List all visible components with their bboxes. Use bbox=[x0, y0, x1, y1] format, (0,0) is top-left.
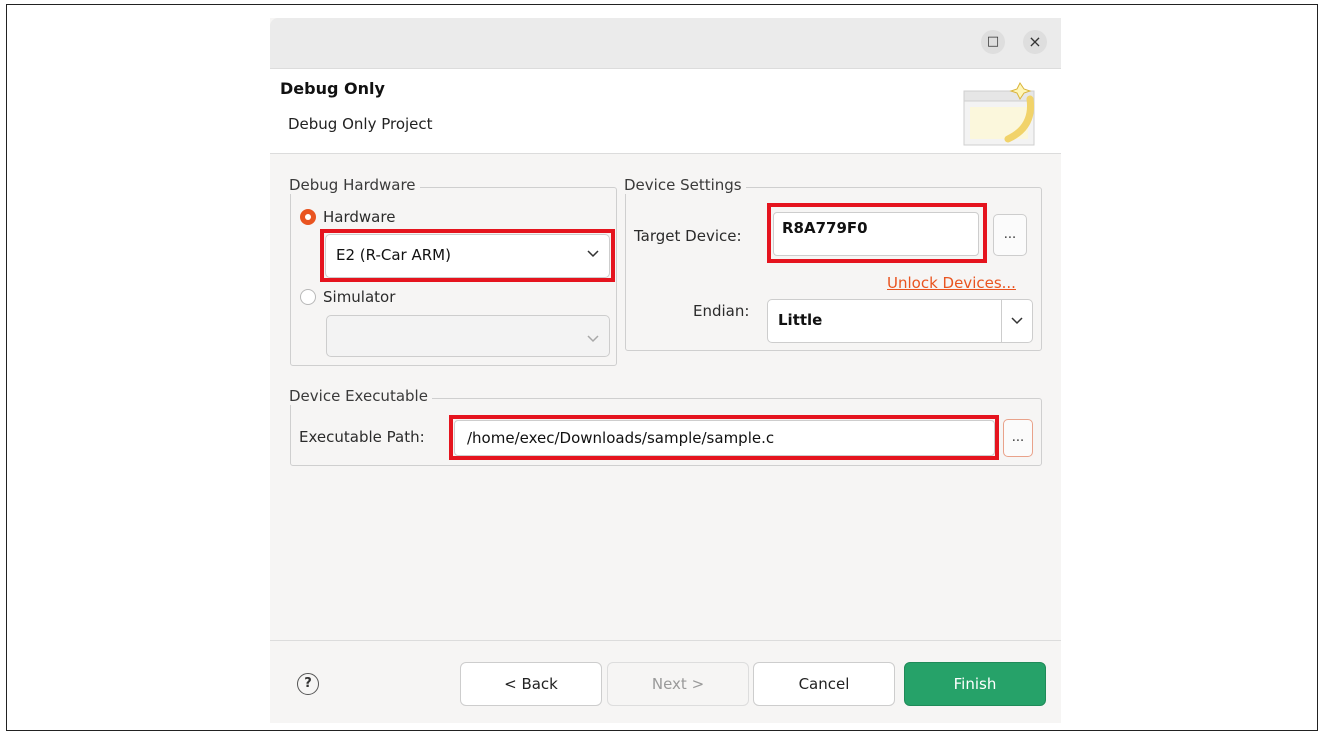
hardware-radio-label: Hardware bbox=[323, 208, 396, 226]
unlock-devices-link[interactable]: Unlock Devices... bbox=[887, 274, 1016, 292]
executable-path-highlight-box bbox=[449, 415, 999, 460]
close-button[interactable]: × bbox=[1023, 30, 1047, 54]
device-executable-label: Device Executable bbox=[289, 387, 432, 405]
hardware-highlight-box bbox=[320, 229, 615, 282]
target-device-browse-button[interactable]: ... bbox=[993, 214, 1027, 256]
simulator-radio[interactable] bbox=[300, 289, 316, 305]
wizard-header: Debug Only Debug Only Project bbox=[270, 69, 1061, 154]
finish-button[interactable]: Finish bbox=[904, 662, 1046, 706]
cancel-button[interactable]: Cancel bbox=[753, 662, 895, 706]
simulator-radio-label: Simulator bbox=[323, 288, 396, 306]
help-icon[interactable]: ? bbox=[297, 673, 319, 695]
ellipsis-icon: ... bbox=[1011, 430, 1025, 445]
endian-select-value: Little bbox=[778, 311, 823, 329]
close-icon: × bbox=[1028, 32, 1042, 51]
endian-label: Endian: bbox=[693, 302, 750, 320]
debug-only-dialog: □ × Debug Only Debug Only Project Debug … bbox=[270, 18, 1061, 723]
device-settings-label: Device Settings bbox=[624, 176, 746, 194]
maximize-icon: □ bbox=[986, 34, 1000, 49]
chevron-down-icon bbox=[1011, 317, 1023, 325]
wizard-banner-icon bbox=[963, 82, 1035, 146]
endian-select[interactable]: Little bbox=[767, 299, 1033, 343]
ellipsis-icon: ... bbox=[1003, 227, 1017, 242]
next-button[interactable]: Next > bbox=[607, 662, 749, 706]
endian-select-divider bbox=[1001, 300, 1002, 342]
debug-hardware-label: Debug Hardware bbox=[289, 176, 420, 194]
executable-path-label: Executable Path: bbox=[299, 428, 425, 446]
hardware-radio[interactable] bbox=[300, 209, 316, 225]
page-subtitle: Debug Only Project bbox=[288, 115, 433, 133]
chevron-down-icon bbox=[587, 335, 599, 343]
simulator-select[interactable] bbox=[326, 315, 610, 357]
titlebar: □ × bbox=[270, 18, 1061, 69]
footer-separator bbox=[270, 640, 1061, 641]
maximize-button[interactable]: □ bbox=[981, 30, 1005, 54]
executable-browse-button[interactable]: ... bbox=[1003, 419, 1033, 457]
target-device-highlight-box bbox=[767, 203, 987, 263]
page-title: Debug Only bbox=[280, 79, 385, 98]
target-device-label: Target Device: bbox=[634, 227, 742, 245]
back-button[interactable]: < Back bbox=[460, 662, 602, 706]
